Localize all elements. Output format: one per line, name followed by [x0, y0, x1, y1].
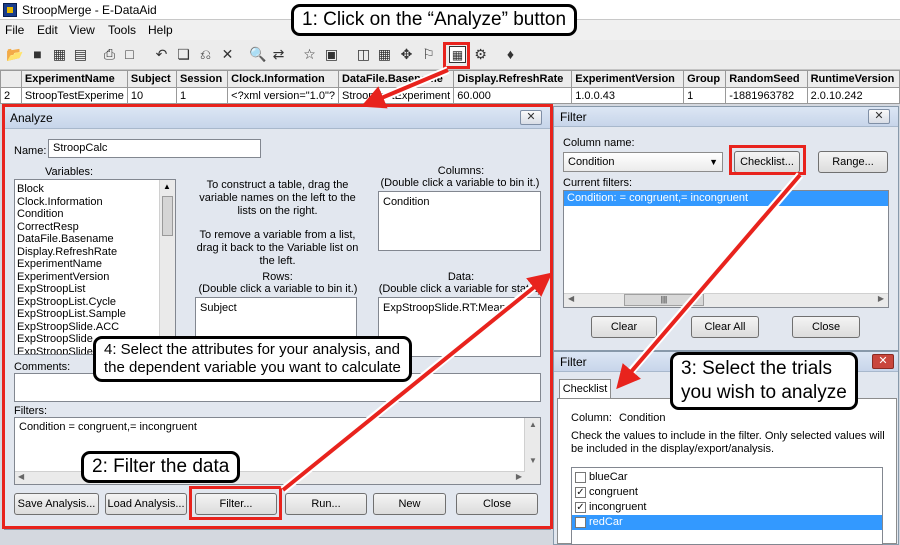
- clear-all-button[interactable]: Clear All: [691, 316, 759, 338]
- chevron-down-icon: ▼: [709, 157, 718, 167]
- table-cell[interactable]: <?xml version="1.0"?: [227, 87, 339, 104]
- copy-icon[interactable]: ❏: [175, 46, 192, 63]
- callout-step-4-line2: the dependent variable you want to calcu…: [104, 359, 401, 376]
- print-preview-icon[interactable]: □: [121, 46, 138, 63]
- callout-step-3-line2: you wish to analyze: [681, 382, 847, 403]
- range-button[interactable]: Range...: [818, 151, 888, 173]
- app-icon: [3, 3, 17, 17]
- list-item-bluecar[interactable]: blueCar: [572, 470, 882, 485]
- filter-icon[interactable]: ⚐: [420, 46, 437, 63]
- scroll-thumb[interactable]: |||: [624, 294, 704, 306]
- column-header[interactable]: ExperimentName: [20, 70, 128, 88]
- menu-edit[interactable]: Edit: [37, 23, 58, 37]
- current-filters-label: Current filters:: [563, 177, 633, 189]
- print-icon[interactable]: ⎙: [101, 46, 118, 63]
- column-header[interactable]: Subject: [126, 70, 177, 88]
- table-cell[interactable]: StroopTestExperime: [20, 87, 128, 104]
- checkbox[interactable]: [575, 517, 586, 528]
- list-item-incongruent[interactable]: ✓ incongruent: [572, 500, 882, 515]
- table-icon[interactable]: ▦: [376, 46, 393, 63]
- column-name-label: Column name:: [563, 137, 635, 149]
- list-item-redcar[interactable]: redCar: [572, 515, 882, 530]
- column-label: Column:: [571, 412, 612, 424]
- column-header[interactable]: RandomSeed: [725, 70, 808, 88]
- tools-icon[interactable]: ⚙: [472, 46, 489, 63]
- callout-step-3-line1: 3: Select the trials: [681, 358, 833, 379]
- save-icon[interactable]: ■: [29, 46, 46, 63]
- open-icon[interactable]: 📂: [6, 46, 23, 63]
- column-name-select[interactable]: Condition ▼: [563, 152, 723, 172]
- column-header[interactable]: ExperimentVersion: [571, 70, 685, 88]
- paste-icon[interactable]: ⎌: [197, 46, 214, 63]
- callout-step-4: 4: Select the attributes for your analys…: [93, 336, 412, 382]
- column-header[interactable]: Session: [175, 70, 229, 88]
- column-header[interactable]: [0, 70, 22, 88]
- table-cell[interactable]: 1.0.0.43: [571, 87, 685, 104]
- callout-step-4-line1: 4: Select the attributes for your analys…: [104, 341, 400, 358]
- column-header[interactable]: RuntimeVersion: [806, 70, 900, 88]
- values-list[interactable]: blueCar ✓ congruent ✓ incongruent redCar: [571, 467, 883, 545]
- callout-step-3: 3: Select the trials you wish to analyze: [670, 352, 858, 410]
- merge-icon[interactable]: ✥: [398, 46, 415, 63]
- table-cell[interactable]: StroopTestExperiment: [337, 87, 455, 104]
- wizard-icon[interactable]: ☆: [301, 46, 318, 63]
- clear-button[interactable]: Clear: [591, 316, 657, 338]
- window-title: StroopMerge - E-DataAid: [22, 3, 157, 17]
- save-as-icon[interactable]: ▦: [51, 46, 68, 63]
- tab-checklist[interactable]: Checklist: [559, 379, 611, 399]
- scroll-left-icon[interactable]: ◀: [568, 294, 574, 303]
- arrange-columns-icon[interactable]: ◫: [355, 46, 372, 63]
- checklist-instructions: Check the values to include in the filte…: [571, 430, 885, 455]
- value-label: blueCar: [589, 471, 628, 483]
- checkbox[interactable]: [575, 472, 586, 483]
- data-grid: ExperimentName Subject Session Clock.Inf…: [0, 70, 900, 104]
- callout-step-2: 2: Filter the data: [81, 451, 241, 483]
- filter-titlebar: Filter ✕: [554, 107, 898, 127]
- column-value: Condition: [619, 412, 666, 424]
- column-header[interactable]: DataFile.Basename: [337, 70, 455, 88]
- value-label: redCar: [589, 516, 623, 528]
- find-icon[interactable]: 🔍: [249, 46, 266, 63]
- callout-step-1: 1: Click on the “Analyze” button: [291, 4, 578, 36]
- menu-tools[interactable]: Tools: [108, 23, 136, 37]
- book-icon[interactable]: ♦: [502, 46, 519, 63]
- table-cell[interactable]: 1: [683, 87, 727, 104]
- column-header[interactable]: Display.RefreshRate: [453, 70, 573, 88]
- replace-icon[interactable]: ⇄: [270, 46, 287, 63]
- table-cell[interactable]: 2.0.10.242: [806, 87, 900, 104]
- menu-file[interactable]: File: [5, 23, 24, 37]
- current-filters-list[interactable]: Condition: = congruent,= incongruent ◀ |…: [563, 190, 889, 308]
- column-header[interactable]: Group: [683, 70, 727, 88]
- close-icon[interactable]: ✕: [868, 109, 890, 124]
- checkbox-checked[interactable]: ✓: [575, 502, 586, 513]
- analyze-highlight: [443, 42, 470, 69]
- undo-icon[interactable]: ↶: [153, 46, 170, 63]
- cut-icon[interactable]: ✕: [219, 46, 236, 63]
- list-item-congruent[interactable]: ✓ congruent: [572, 485, 882, 500]
- table-cell[interactable]: 2: [0, 87, 22, 104]
- table-cell[interactable]: 60.000: [453, 87, 573, 104]
- checklist-highlight: [729, 145, 806, 175]
- list-item[interactable]: Condition: = congruent,= incongruent: [564, 191, 888, 206]
- menu-view[interactable]: View: [69, 23, 95, 37]
- table-cell[interactable]: 1: [175, 87, 229, 104]
- checkbox-checked[interactable]: ✓: [575, 487, 586, 498]
- table-cell[interactable]: 10: [126, 87, 177, 104]
- value-label: incongruent: [589, 501, 647, 513]
- close-button[interactable]: Close: [792, 316, 860, 338]
- column-name-value: Condition: [568, 156, 615, 168]
- filter-title: Filter: [560, 110, 587, 124]
- close-icon[interactable]: ✕: [872, 354, 894, 369]
- menu-help[interactable]: Help: [148, 23, 173, 37]
- value-label: congruent: [589, 486, 638, 498]
- column-header[interactable]: Clock.Information: [227, 70, 339, 88]
- filter-dialog: Filter ✕ Column name: Condition ▼ Checkl…: [553, 106, 899, 351]
- scroll-right-icon[interactable]: ▶: [878, 294, 884, 303]
- filter2-title: Filter: [560, 355, 587, 369]
- filters-hscrollbar[interactable]: ◀ ||| ▶: [564, 293, 888, 307]
- filter-button-highlight: [189, 486, 282, 520]
- properties-icon[interactable]: ▤: [72, 46, 89, 63]
- table-cell[interactable]: -1881963782: [725, 87, 808, 104]
- hide-icon[interactable]: ▣: [323, 46, 340, 63]
